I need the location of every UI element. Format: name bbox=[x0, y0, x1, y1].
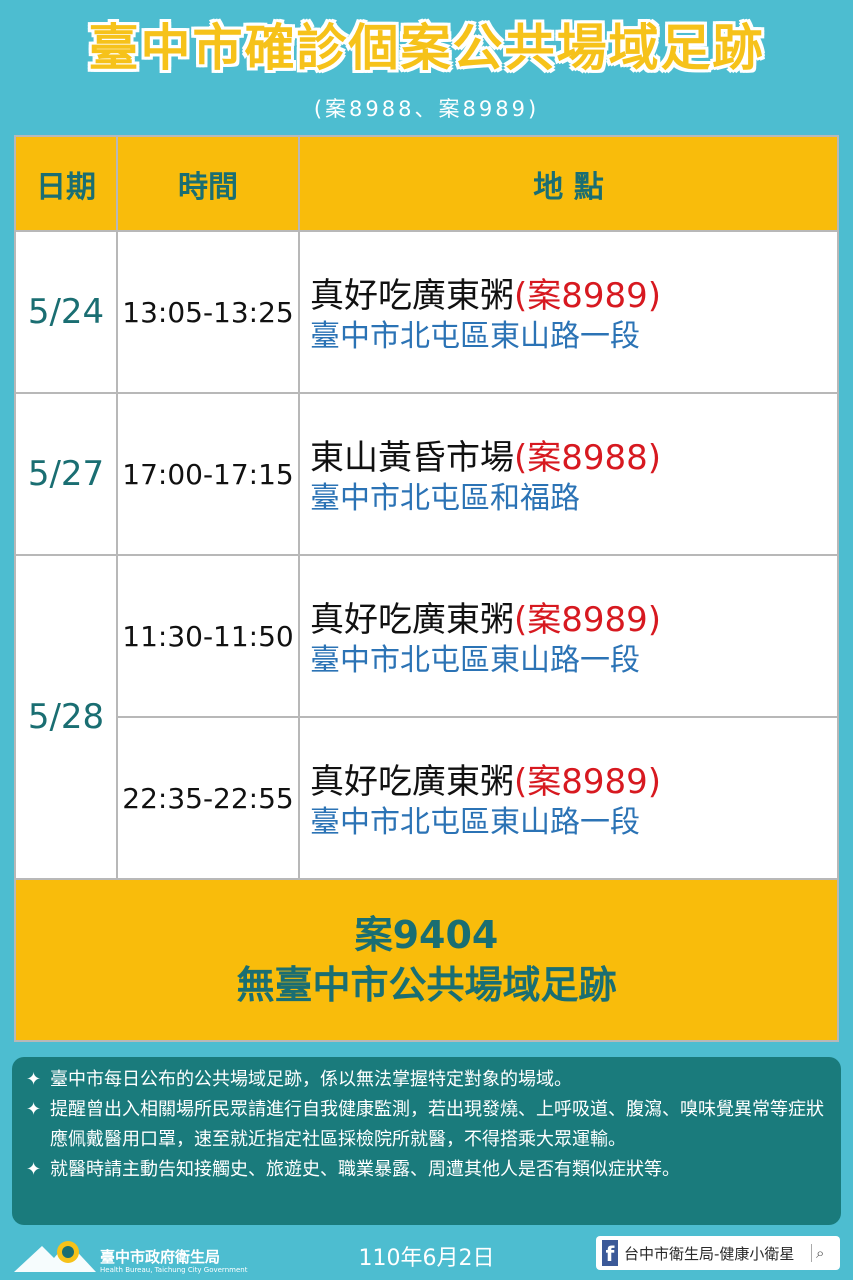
footprint-table: 日期 時間 地 點 5/24 13:05-13:25 真好吃廣東粥(案8989)… bbox=[14, 135, 839, 1042]
place-address: 臺中市北屯區東山路一段 bbox=[310, 318, 640, 354]
header-time: 時間 bbox=[116, 135, 300, 232]
case-number: (案8989) bbox=[514, 761, 662, 802]
note-text: 臺中市每日公布的公共場域足跡，係以無法掌握特定對象的場域。 bbox=[50, 1069, 572, 1090]
header-date: 日期 bbox=[14, 135, 118, 232]
place-name: 真好吃廣東粥 bbox=[310, 761, 514, 802]
row-time: 17:00-17:15 bbox=[116, 392, 300, 556]
row-date: 5/27 bbox=[14, 392, 118, 556]
row-location: 真好吃廣東粥(案8989) 臺中市北屯區東山路一段 bbox=[298, 716, 839, 880]
row-location: 東山黃昏市場(案8988) 臺中市北屯區和福路 bbox=[298, 392, 839, 556]
table-header-row: 日期 時間 地 點 bbox=[14, 135, 839, 232]
table-row: 5/28 11:30-11:50 真好吃廣東粥(案8989) 臺中市北屯區東山路… bbox=[14, 554, 839, 880]
case-number: (案8989) bbox=[514, 275, 662, 316]
facebook-search-bar[interactable]: f 台中市衛生局-健康小衛星 ⌕ bbox=[596, 1236, 840, 1270]
star-icon: ✦ bbox=[26, 1159, 42, 1180]
place-name: 真好吃廣東粥 bbox=[310, 599, 514, 640]
no-footprint-label: 無臺中市公共場域足跡 bbox=[236, 963, 617, 1007]
table-row: 22:35-22:55 真好吃廣東粥(案8989) 臺中市北屯區東山路一段 bbox=[15, 716, 839, 880]
place-name: 東山黃昏市場 bbox=[310, 437, 514, 478]
row-time: 11:30-11:50 bbox=[116, 554, 300, 718]
search-icon[interactable]: ⌕ bbox=[811, 1244, 834, 1262]
case-number: (案8989) bbox=[514, 599, 662, 640]
star-icon: ✦ bbox=[26, 1099, 42, 1120]
row-date: 5/24 bbox=[14, 230, 118, 394]
star-icon: ✦ bbox=[26, 1069, 42, 1090]
note-text: 就醫時請主動告知接觸史、旅遊史、職業暴露、周遭其他人是否有類似症狀等。 bbox=[50, 1159, 680, 1180]
note-text: 提醒曾出入相關場所民眾請進行自我健康監測，若出現發燒、上呼吸道、腹瀉、嗅味覺異常… bbox=[50, 1099, 824, 1150]
facebook-icon: f bbox=[602, 1240, 618, 1266]
no-footprint-row: 案9404 無臺中市公共場域足跡 bbox=[14, 878, 839, 1042]
row-time: 13:05-13:25 bbox=[116, 230, 300, 394]
no-footprint-cell: 案9404 無臺中市公共場域足跡 bbox=[14, 878, 839, 1042]
header-location: 地 點 bbox=[298, 135, 839, 232]
page-title: 臺中市確診個案公共場域足跡 bbox=[88, 19, 765, 77]
row-time: 22:35-22:55 bbox=[116, 716, 300, 880]
table-row: 5/24 13:05-13:25 真好吃廣東粥(案8989) 臺中市北屯區東山路… bbox=[14, 230, 839, 394]
note-item: ✦ 臺中市每日公布的公共場域足跡，係以無法掌握特定對象的場域。 bbox=[26, 1065, 827, 1095]
notes-panel: ✦ 臺中市每日公布的公共場域足跡，係以無法掌握特定對象的場域。 ✦ 提醒曾出入相… bbox=[12, 1057, 841, 1225]
case-number: (案8988) bbox=[514, 437, 662, 478]
case-subtitle: (案8988、案8989) bbox=[313, 97, 540, 121]
note-item: ✦ 提醒曾出入相關場所民眾請進行自我健康監測，若出現發燒、上呼吸道、腹瀉、嗅味覺… bbox=[26, 1095, 827, 1155]
place-name: 真好吃廣東粥 bbox=[310, 275, 514, 316]
table-row: 5/27 17:00-17:15 東山黃昏市場(案8988) 臺中市北屯區和福路 bbox=[14, 392, 839, 556]
row-location: 真好吃廣東粥(案8989) 臺中市北屯區東山路一段 bbox=[298, 554, 839, 718]
place-address: 臺中市北屯區和福路 bbox=[310, 480, 580, 516]
note-item: ✦ 就醫時請主動告知接觸史、旅遊史、職業暴露、周遭其他人是否有類似症狀等。 bbox=[26, 1155, 827, 1185]
row-location: 真好吃廣東粥(案8989) 臺中市北屯區東山路一段 bbox=[298, 230, 839, 394]
case-9404-label: 案9404 bbox=[354, 913, 499, 957]
place-address: 臺中市北屯區東山路一段 bbox=[310, 804, 640, 840]
facebook-page-label: 台中市衛生局-健康小衛星 bbox=[624, 1244, 795, 1263]
place-address: 臺中市北屯區東山路一段 bbox=[310, 642, 640, 678]
row-date: 5/28 bbox=[14, 554, 118, 880]
